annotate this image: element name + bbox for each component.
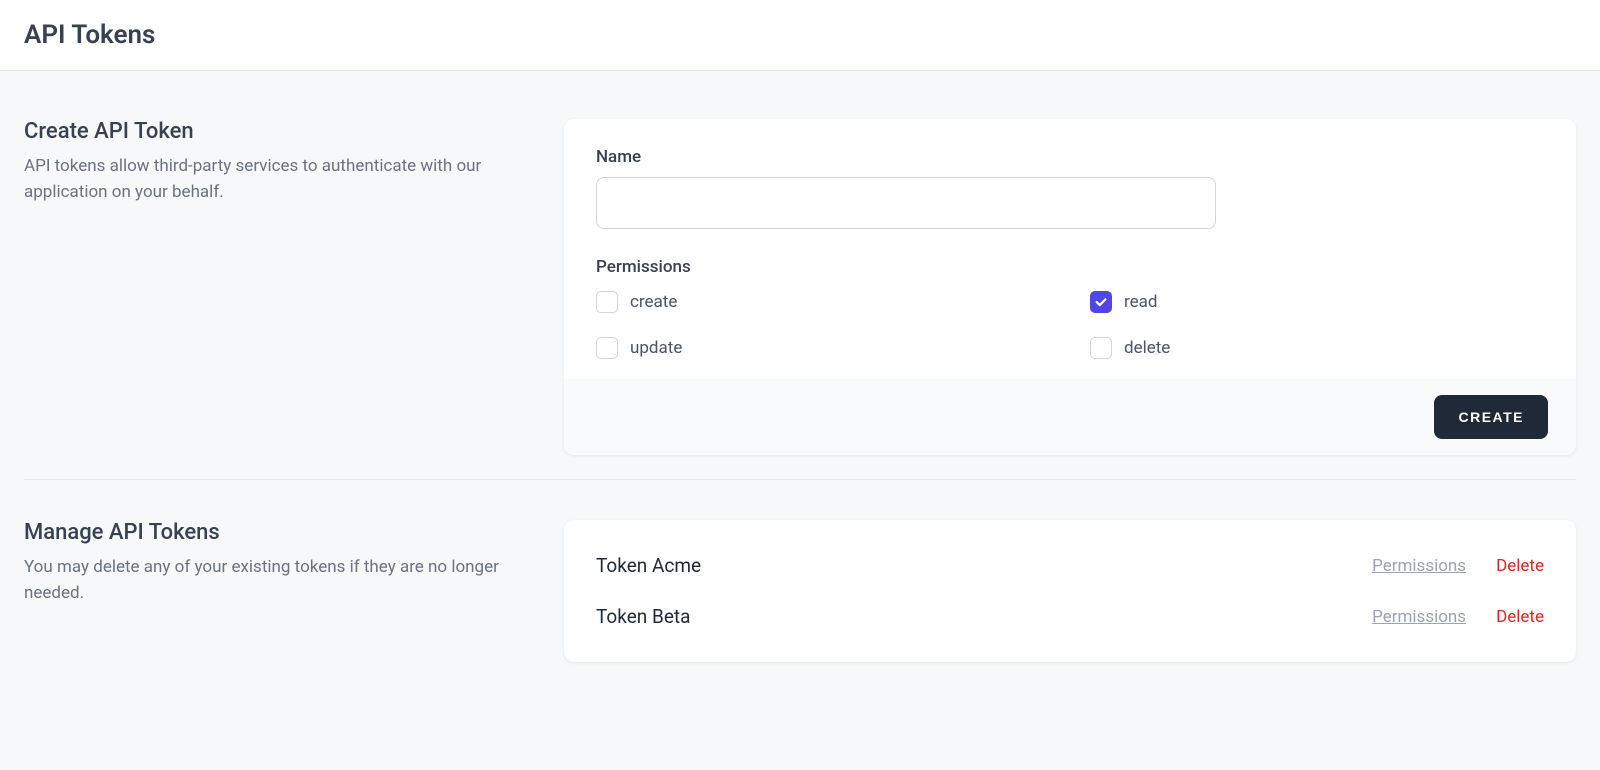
delete-link[interactable]: Delete	[1496, 556, 1544, 576]
checkbox-read[interactable]	[1090, 291, 1112, 313]
delete-link[interactable]: Delete	[1496, 607, 1544, 627]
create-section-title: Create API Token	[24, 119, 524, 144]
section-divider	[24, 479, 1576, 480]
permission-label-create: create	[630, 292, 677, 312]
checkbox-update[interactable]	[596, 337, 618, 359]
create-section-description: API tokens allow third-party services to…	[24, 154, 524, 205]
token-name: Token Beta	[596, 605, 690, 628]
manage-tokens-section: Manage API Tokens You may delete any of …	[24, 520, 1576, 662]
permission-label-delete: delete	[1124, 338, 1170, 358]
permission-label-read: read	[1124, 292, 1157, 312]
name-label: Name	[596, 147, 1544, 167]
permission-read: read	[1090, 291, 1544, 313]
token-row: Token Acme Permissions Delete	[596, 540, 1544, 591]
permissions-link[interactable]: Permissions	[1372, 556, 1466, 576]
permission-delete: delete	[1090, 337, 1544, 359]
manage-section-title: Manage API Tokens	[24, 520, 524, 545]
token-name: Token Acme	[596, 554, 701, 577]
permissions-label: Permissions	[596, 257, 1544, 277]
permissions-link[interactable]: Permissions	[1372, 607, 1466, 627]
name-input[interactable]	[596, 177, 1216, 229]
page-title: API Tokens	[24, 20, 1576, 50]
page-header: API Tokens	[0, 0, 1600, 71]
checkbox-delete[interactable]	[1090, 337, 1112, 359]
permission-label-update: update	[630, 338, 682, 358]
token-actions: Permissions Delete	[1372, 607, 1544, 627]
check-icon	[1094, 295, 1108, 309]
manage-tokens-card: Token Acme Permissions Delete Token Beta Per…	[564, 520, 1576, 662]
create-token-section: Create API Token API tokens allow third-…	[24, 119, 1576, 455]
checkbox-create[interactable]	[596, 291, 618, 313]
manage-section-description: You may delete any of your existing toke…	[24, 555, 524, 606]
token-row: Token Beta Permissions Delete	[596, 591, 1544, 642]
token-actions: Permissions Delete	[1372, 556, 1544, 576]
create-token-card: Name Permissions createreadupdatedelete …	[564, 119, 1576, 455]
create-button[interactable]: CREATE	[1434, 395, 1548, 439]
permission-create: create	[596, 291, 1050, 313]
permission-update: update	[596, 337, 1050, 359]
